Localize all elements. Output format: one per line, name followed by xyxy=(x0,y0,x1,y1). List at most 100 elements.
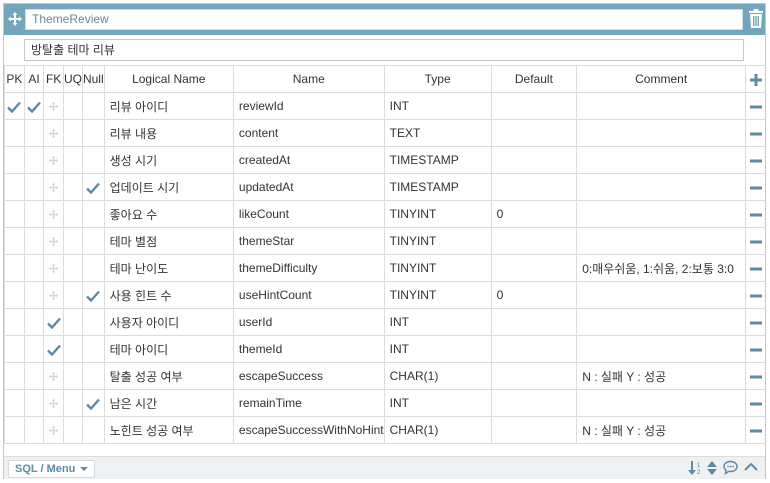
fk-cell[interactable] xyxy=(43,173,64,201)
type-cell[interactable]: INT xyxy=(383,92,492,120)
check-icon[interactable] xyxy=(46,344,61,356)
comment-cell[interactable]: N : 실패 Y : 성공 xyxy=(576,416,747,444)
logical-name-cell[interactable]: 남은 시간 xyxy=(103,389,234,417)
fk-cell[interactable] xyxy=(43,200,64,228)
comment-cell[interactable] xyxy=(576,335,747,363)
table-name-input[interactable]: ThemeReview xyxy=(25,9,743,30)
column-row[interactable]: 사용 힌트 수 useHintCount TINYINT 0 xyxy=(4,281,765,309)
null-cell[interactable] xyxy=(81,335,105,363)
logical-name-cell[interactable]: 테마 아이디 xyxy=(103,335,234,363)
minus-icon[interactable] xyxy=(749,402,762,406)
pk-cell[interactable] xyxy=(4,200,25,228)
pk-cell[interactable] xyxy=(4,362,25,390)
comment-cell[interactable] xyxy=(576,146,747,174)
default-cell[interactable] xyxy=(490,416,578,444)
type-cell[interactable]: TINYINT xyxy=(383,200,492,228)
move-icon[interactable] xyxy=(7,11,23,27)
column-row[interactable]: 업데이트 시기 updatedAt TIMESTAMP xyxy=(4,173,765,201)
null-cell[interactable] xyxy=(81,308,105,336)
add-column-button[interactable] xyxy=(745,65,765,93)
ai-cell[interactable] xyxy=(23,335,45,363)
pk-cell[interactable] xyxy=(4,389,25,417)
uq-cell[interactable] xyxy=(62,389,83,417)
fk-cell[interactable] xyxy=(43,389,64,417)
fk-cell[interactable] xyxy=(43,308,64,336)
uq-cell[interactable] xyxy=(62,308,83,336)
type-cell[interactable]: INT xyxy=(383,308,492,336)
column-row[interactable]: 테마 별점 themeStar TINYINT xyxy=(4,227,765,255)
column-row[interactable]: 테마 아이디 themeId INT xyxy=(4,335,765,363)
move-handle-icon[interactable] xyxy=(48,128,59,139)
default-cell[interactable] xyxy=(490,92,578,120)
ai-cell[interactable] xyxy=(23,281,45,309)
default-cell[interactable] xyxy=(490,389,578,417)
column-row[interactable]: 탈출 성공 여부 escapeSuccess CHAR(1) N : 실패 Y : 성… xyxy=(4,362,765,390)
move-handle-icon[interactable] xyxy=(48,182,59,193)
default-cell[interactable] xyxy=(490,146,578,174)
remove-column-button[interactable] xyxy=(745,92,765,120)
remove-column-button[interactable] xyxy=(745,335,765,363)
fk-cell[interactable] xyxy=(43,362,64,390)
column-row[interactable]: 남은 시간 remainTime INT xyxy=(4,389,765,417)
check-icon[interactable] xyxy=(86,182,101,194)
comment-cell[interactable] xyxy=(576,200,747,228)
default-cell[interactable] xyxy=(490,119,578,147)
comment-cell[interactable] xyxy=(576,119,747,147)
name-cell[interactable]: createdAt xyxy=(232,146,385,174)
column-row[interactable]: 노힌트 성공 여부 escapeSuccessWithNoHint CHAR(1) N… xyxy=(4,416,765,444)
ai-cell[interactable] xyxy=(23,92,45,120)
remove-column-button[interactable] xyxy=(745,173,765,201)
remove-column-button[interactable] xyxy=(745,119,765,147)
logical-name-cell[interactable]: 테마 난이도 xyxy=(103,254,234,282)
name-cell[interactable]: escapeSuccessWithNoHint xyxy=(232,416,385,444)
pk-cell[interactable] xyxy=(4,308,25,336)
minus-icon[interactable] xyxy=(749,429,762,433)
fk-cell[interactable] xyxy=(43,146,64,174)
logical-name-cell[interactable]: 생성 시기 xyxy=(103,146,234,174)
column-row[interactable]: 생성 시기 createdAt TIMESTAMP xyxy=(4,146,765,174)
type-cell[interactable]: TIMESTAMP xyxy=(383,146,492,174)
comment-cell[interactable]: N : 실패 Y : 성공 xyxy=(576,362,747,390)
type-cell[interactable]: INT xyxy=(383,389,492,417)
name-cell[interactable]: themeStar xyxy=(232,227,385,255)
comment-cell[interactable] xyxy=(576,227,747,255)
uq-cell[interactable] xyxy=(62,281,83,309)
null-cell[interactable] xyxy=(81,389,105,417)
type-cell[interactable]: TINYINT xyxy=(383,227,492,255)
check-icon[interactable] xyxy=(86,290,101,302)
type-cell[interactable]: INT xyxy=(383,335,492,363)
minus-icon[interactable] xyxy=(749,240,762,244)
check-icon[interactable] xyxy=(7,101,22,113)
comment-cell[interactable] xyxy=(576,173,747,201)
default-cell[interactable] xyxy=(490,362,578,390)
default-cell[interactable]: 0 xyxy=(490,200,578,228)
check-icon[interactable] xyxy=(46,317,61,329)
name-cell[interactable]: updatedAt xyxy=(232,173,385,201)
default-cell[interactable] xyxy=(490,227,578,255)
fk-cell[interactable] xyxy=(43,119,64,147)
name-cell[interactable]: escapeSuccess xyxy=(232,362,385,390)
default-cell[interactable] xyxy=(490,335,578,363)
pk-cell[interactable] xyxy=(4,92,25,120)
logical-name-cell[interactable]: 사용자 아이디 xyxy=(103,308,234,336)
comment-cell[interactable] xyxy=(576,281,747,309)
sql-menu-button[interactable]: SQL / Menu xyxy=(8,460,96,478)
type-cell[interactable]: CHAR(1) xyxy=(383,416,492,444)
uq-cell[interactable] xyxy=(62,92,83,120)
plus-icon[interactable] xyxy=(749,73,762,86)
move-handle-icon[interactable] xyxy=(48,155,59,166)
ai-cell[interactable] xyxy=(23,146,45,174)
null-cell[interactable] xyxy=(81,200,105,228)
minus-icon[interactable] xyxy=(749,105,762,109)
ai-cell[interactable] xyxy=(23,362,45,390)
ai-cell[interactable] xyxy=(23,119,45,147)
null-cell[interactable] xyxy=(81,362,105,390)
table-logical-name-input[interactable]: 방탈출 테마 리뷰 xyxy=(24,39,744,61)
type-cell[interactable]: TIMESTAMP xyxy=(383,173,492,201)
logical-name-cell[interactable]: 테마 별점 xyxy=(103,227,234,255)
null-cell[interactable] xyxy=(81,254,105,282)
uq-cell[interactable] xyxy=(62,173,83,201)
pk-cell[interactable] xyxy=(4,227,25,255)
name-cell[interactable]: themeId xyxy=(232,335,385,363)
minus-icon[interactable] xyxy=(749,132,762,136)
